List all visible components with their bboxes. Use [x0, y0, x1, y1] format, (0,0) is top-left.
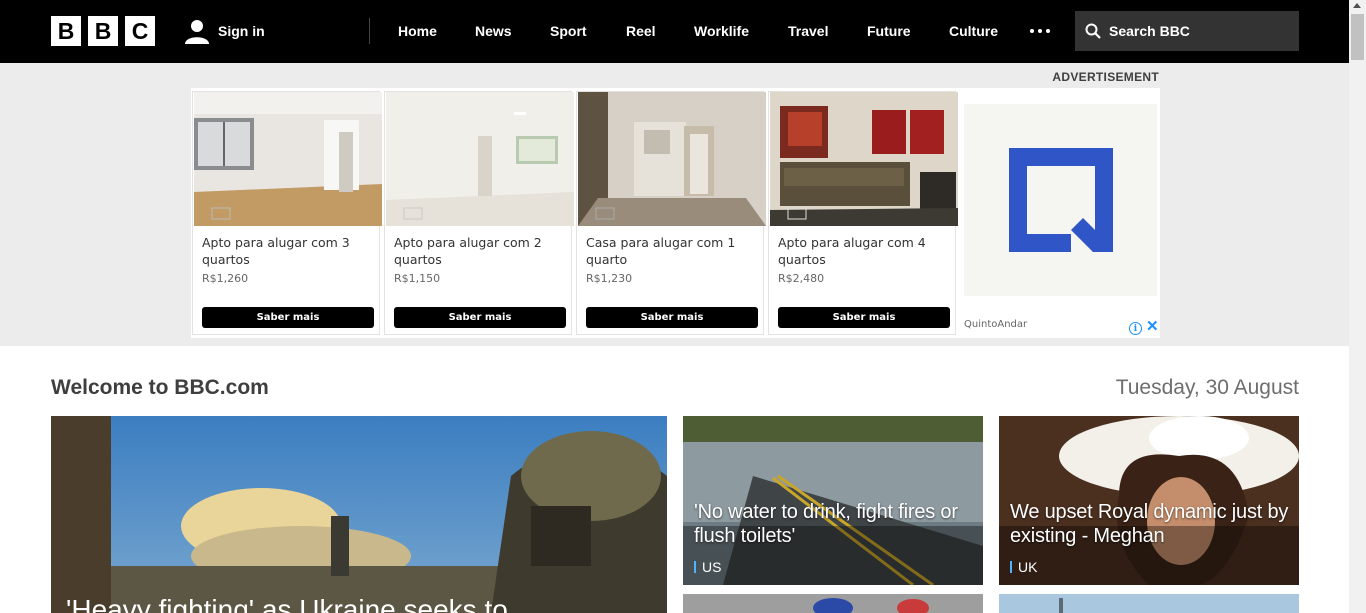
story-card[interactable]: 'No water to drink, fight fires or flush… [683, 416, 983, 585]
more-menu-icon[interactable] [1030, 29, 1050, 33]
story-image [51, 416, 667, 613]
story-headline: 'Heavy fighting' as Ukraine seeks to [66, 594, 508, 613]
story-card[interactable] [683, 594, 983, 613]
saber-mais-button[interactable]: Saber mais [202, 307, 374, 328]
ad-photo [578, 92, 766, 226]
nav-worklife[interactable]: Worklife [694, 23, 749, 39]
sign-in-button[interactable]: Sign in [184, 18, 265, 44]
nav-future[interactable]: Future [867, 23, 911, 39]
ad-card[interactable]: Apto para alugar com 2 quartos R$1,150 S… [384, 91, 574, 335]
nav-reel[interactable]: Reel [626, 23, 656, 39]
advertisement-label: ADVERTISEMENT [1052, 70, 1159, 84]
story-image [999, 594, 1299, 613]
ad-card[interactable]: Casa para alugar com 1 quarto R$1,230 Sa… [576, 91, 766, 335]
story-headline: We upset Royal dynamic just by existing … [1010, 501, 1289, 547]
current-date: Tuesday, 30 August [1115, 376, 1299, 399]
ad-photo [770, 92, 958, 226]
top-navigation-bar: B B C Sign in Home News Sport Reel Workl… [0, 0, 1366, 63]
story-tag-label: UK [1018, 559, 1038, 575]
nav-divider [369, 18, 370, 44]
ad-card[interactable]: Apto para alugar com 4 quartos R$2,480 S… [768, 91, 958, 335]
ad-price: R$1,260 [202, 272, 249, 285]
logo-letter: C [125, 16, 155, 46]
logo-letter: B [88, 16, 118, 46]
close-icon[interactable]: ✕ [1146, 319, 1159, 334]
ad-title: Apto para alugar com 4 quartos [778, 235, 926, 267]
story-card[interactable]: We upset Royal dynamic just by existing … [999, 416, 1299, 585]
quintoandar-logo[interactable] [964, 104, 1157, 296]
saber-mais-button[interactable]: Saber mais [394, 307, 566, 328]
story-headline: 'No water to drink, fight fires or flush… [694, 501, 958, 547]
search-icon [1085, 23, 1101, 39]
scroll-up-icon[interactable] [1353, 3, 1361, 8]
ad-price: R$1,150 [394, 272, 441, 285]
scroll-thumb[interactable] [1351, 14, 1364, 60]
main-story[interactable]: 'Heavy fighting' as Ukraine seeks to [51, 416, 667, 613]
search-box[interactable] [1075, 11, 1299, 51]
ad-title: Apto para alugar com 3 quartos [202, 235, 350, 267]
ad-brand-name: QuintoAndar [964, 319, 1028, 330]
ad-photo [386, 92, 574, 226]
story-image [683, 594, 983, 613]
ad-price: R$1,230 [586, 272, 633, 285]
saber-mais-button[interactable]: Saber mais [586, 307, 758, 328]
nav-travel[interactable]: Travel [788, 23, 828, 39]
nav-news[interactable]: News [475, 23, 512, 39]
story-card[interactable] [999, 594, 1299, 613]
sign-in-label: Sign in [218, 23, 265, 39]
ad-photo [194, 92, 382, 226]
logo-letter: B [51, 16, 81, 46]
saber-mais-button[interactable]: Saber mais [778, 307, 950, 328]
ad-title: Casa para alugar com 1 quarto [586, 235, 736, 267]
ad-unit: Apto para alugar com 3 quartos R$1,260 S… [191, 88, 1160, 338]
advertisement-area: ADVERTISEMENT Apto para alugar com 3 qua… [0, 63, 1349, 346]
bbc-logo[interactable]: B B C [51, 16, 155, 46]
info-icon[interactable]: i [1129, 322, 1142, 335]
nav-culture[interactable]: Culture [949, 23, 998, 39]
ad-price: R$2,480 [778, 272, 825, 285]
story-tag: US [694, 559, 721, 575]
page-scrollbar[interactable] [1349, 0, 1366, 613]
user-icon [185, 20, 209, 44]
nav-home[interactable]: Home [398, 23, 437, 39]
search-input[interactable] [1109, 23, 1289, 39]
story-tag: UK [1010, 559, 1037, 575]
page-title: Welcome to BBC.com [51, 376, 269, 399]
nav-sport[interactable]: Sport [550, 23, 587, 39]
story-tag-label: US [702, 559, 722, 575]
ad-card[interactable]: Apto para alugar com 3 quartos R$1,260 S… [192, 91, 382, 335]
ad-title: Apto para alugar com 2 quartos [394, 235, 542, 267]
